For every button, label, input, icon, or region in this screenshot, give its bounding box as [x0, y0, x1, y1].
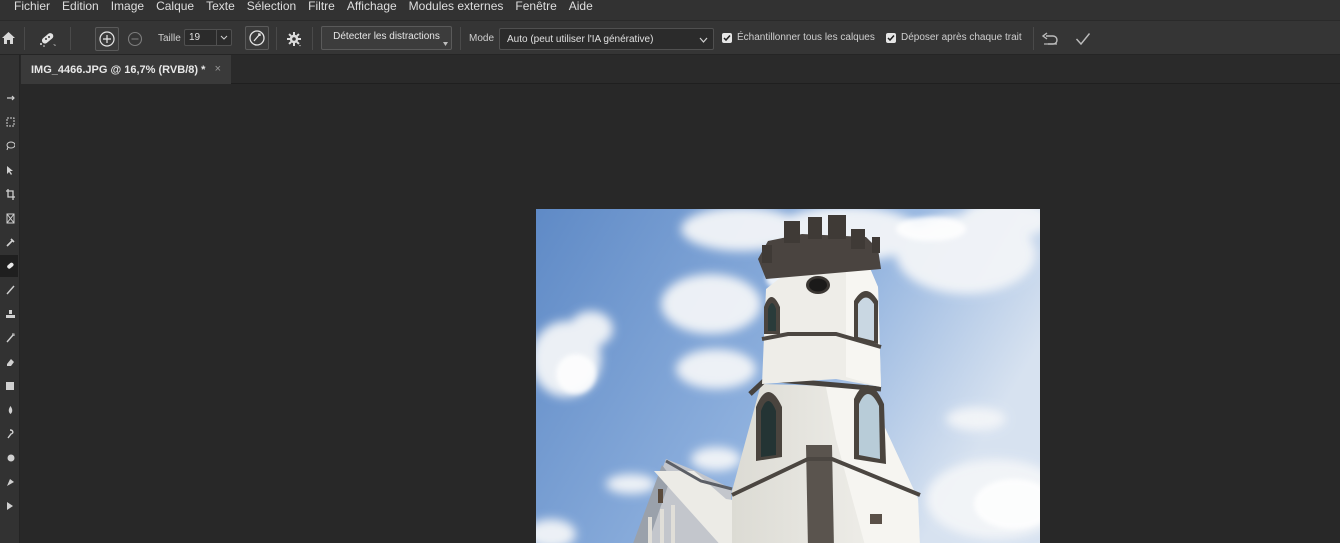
history-brush-tool-icon[interactable]	[0, 327, 18, 349]
corner-dropdown-icon	[443, 42, 448, 46]
document-image[interactable]	[536, 209, 1040, 543]
menu-image[interactable]: Image	[111, 0, 144, 12]
options-bar: Taille 19 Détecter les distractions Mode…	[0, 20, 1340, 55]
menu-texte[interactable]: Texte	[206, 0, 235, 12]
size-label: Taille	[158, 33, 181, 44]
add-circle-icon[interactable]	[95, 27, 119, 51]
tools-panel	[0, 55, 20, 543]
detect-distractions-button[interactable]: Détecter les distractions	[321, 26, 452, 50]
move-tool-icon[interactable]	[0, 87, 18, 109]
size-value: 19	[189, 32, 201, 43]
home-icon[interactable]	[0, 29, 16, 47]
apply-each-stroke-checkbox[interactable]	[886, 33, 896, 43]
marquee-tool-icon[interactable]	[0, 111, 18, 133]
remove-tool-active-icon[interactable]	[0, 255, 18, 277]
menu-filtre[interactable]: Filtre	[308, 0, 335, 12]
lasso-tool-icon[interactable]	[0, 135, 18, 157]
remove-tool-icon[interactable]	[36, 27, 60, 49]
gear-icon[interactable]	[284, 29, 304, 49]
type-tool-icon[interactable]	[0, 471, 18, 493]
crop-tool-icon[interactable]	[0, 183, 18, 205]
menu-fenetre[interactable]: Fenêtre	[515, 0, 556, 12]
sample-all-layers-checkbox[interactable]	[722, 33, 732, 43]
object-selection-tool-icon[interactable]	[0, 159, 18, 181]
menu-bar: Fichier Edition Image Calque Texte Sélec…	[0, 0, 1340, 20]
pen-tool-icon[interactable]	[0, 447, 18, 469]
checkmark-small-icon	[723, 35, 731, 42]
dodge-tool-icon[interactable]	[0, 423, 18, 445]
detect-distractions-label: Détecter les distractions	[333, 31, 440, 42]
document-tab-bar: IMG_4466.JPG @ 16,7% (RVB/8) * ×	[21, 55, 1340, 84]
undo-icon[interactable]	[1040, 29, 1060, 49]
menu-modules-externes[interactable]: Modules externes	[409, 0, 504, 12]
document-tab-title: IMG_4466.JPG @ 16,7% (RVB/8) *	[31, 63, 206, 76]
brush-tool-icon[interactable]	[0, 279, 18, 301]
menu-fichier[interactable]: Fichier	[14, 0, 50, 12]
apply-each-stroke-label[interactable]: Déposer après chaque trait	[901, 32, 1022, 43]
menu-affichage[interactable]: Affichage	[347, 0, 397, 12]
mode-label: Mode	[469, 33, 495, 44]
close-icon[interactable]: ×	[215, 63, 221, 75]
subtract-circle-icon[interactable]	[126, 29, 144, 49]
gradient-tool-icon[interactable]	[0, 375, 18, 397]
menu-edition[interactable]: Edition	[62, 0, 99, 12]
blur-tool-icon[interactable]	[0, 399, 18, 421]
mode-select[interactable]: Auto (peut utiliser l'IA générative)	[499, 28, 714, 50]
eraser-tool-icon[interactable]	[0, 351, 18, 373]
document-tab[interactable]: IMG_4466.JPG @ 16,7% (RVB/8) * ×	[21, 55, 231, 84]
eyedropper-tool-icon[interactable]	[0, 231, 18, 253]
checkmark-icon[interactable]	[1073, 29, 1093, 49]
pressure-size-icon[interactable]	[245, 26, 269, 50]
path-selection-tool-icon[interactable]	[0, 495, 18, 517]
menu-aide[interactable]: Aide	[569, 0, 593, 12]
size-input[interactable]: 19	[184, 29, 232, 46]
frame-tool-icon[interactable]	[0, 207, 18, 229]
canvas-area[interactable]	[21, 84, 1340, 543]
sample-all-layers-label[interactable]: Échantillonner tous les calques	[737, 32, 875, 43]
chevron-down-icon	[699, 37, 708, 43]
stamp-tool-icon[interactable]	[0, 303, 18, 325]
menu-calque[interactable]: Calque	[156, 0, 194, 12]
mode-value: Auto (peut utiliser l'IA générative)	[507, 33, 654, 45]
menu-selection[interactable]: Sélection	[247, 0, 296, 12]
checkmark-small-icon	[887, 35, 895, 42]
church-tower-photo	[536, 209, 1040, 543]
size-dropdown-icon[interactable]	[216, 30, 231, 45]
